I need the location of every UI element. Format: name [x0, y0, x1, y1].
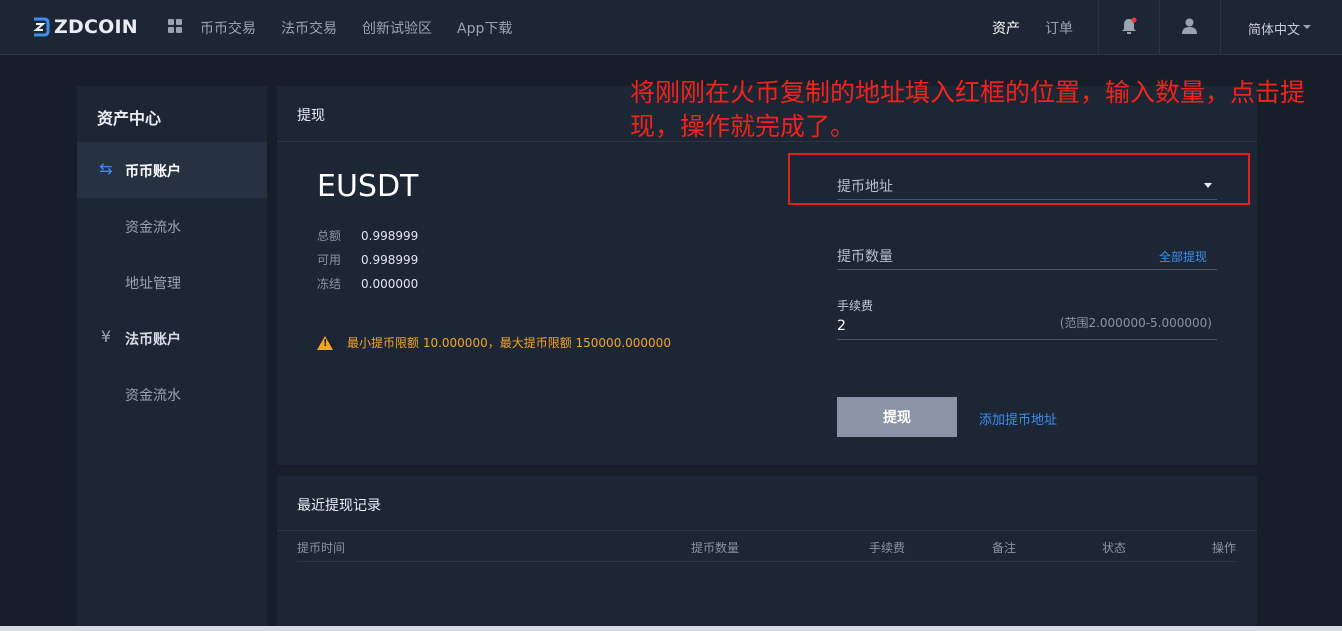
exchange-arrows-icon: ⇆ [99, 159, 113, 178]
column-header-status: 状态 [1102, 541, 1127, 555]
nav-app-download[interactable]: App下载 [457, 18, 512, 38]
warning-icon [317, 335, 333, 350]
sidebar-item-otc-account[interactable]: ¥ 法币账户 [77, 310, 267, 366]
logo-icon [33, 17, 50, 37]
sidebar-item-label: 资金流水 [125, 388, 181, 404]
highlight-box [788, 153, 1250, 205]
balance-value: 0.000000 [361, 277, 419, 291]
nav-assets[interactable]: 资产 [992, 18, 1020, 38]
sidebar-item-label: 币币账户 [125, 164, 181, 180]
top-nav: ZDCOIN 币币交易 法币交易 创新试验区 App下载 资产 订单 简体中文 [0, 0, 1342, 55]
brand-name: ZDCOIN [54, 16, 138, 38]
sidebar-item-label: 法币账户 [125, 332, 181, 348]
chevron-down-icon [1303, 25, 1311, 29]
balance-label: 可用 [317, 253, 342, 267]
sidebar-item-label: 地址管理 [125, 276, 181, 292]
yen-icon: ¥ [100, 327, 112, 346]
sidebar-item-otc-fund-flow[interactable]: 资金流水 [77, 366, 267, 422]
nav-divider [1098, 0, 1099, 55]
instruction-annotation: 将刚刚在火币复制的地址填入红框的位置，输入数量，点击提现，操作就完成了。 [630, 78, 1306, 141]
column-header-fee: 手续费 [869, 541, 906, 555]
sidebar-item-spot-fund-flow[interactable]: 资金流水 [77, 198, 267, 254]
column-header-amount: 提币数量 [691, 541, 740, 555]
user-icon[interactable] [1182, 18, 1197, 34]
column-header-remark: 备注 [992, 541, 1017, 555]
fee-range: (范围2.000000-5.000000) [1059, 316, 1212, 330]
apps-grid-icon[interactable] [168, 19, 182, 33]
brand-logo[interactable]: ZDCOIN [30, 14, 138, 40]
nav-divider [1159, 0, 1160, 55]
panel-title: 提现 [297, 108, 325, 124]
nav-spot-trading[interactable]: 币币交易 [200, 18, 256, 38]
asset-center-sidebar: 资产中心 ⇆ 币币账户 资金流水 地址管理 ¥ 法币账户 资金流水 [77, 86, 267, 631]
column-header-action: 操作 [1212, 541, 1237, 555]
balance-frozen: 冻结 0.000000 [317, 275, 418, 292]
nav-otc-trading[interactable]: 法币交易 [281, 18, 337, 38]
nav-orders[interactable]: 订单 [1045, 18, 1073, 38]
sidebar-item-spot-account[interactable]: ⇆ 币币账户 [77, 142, 267, 198]
balance-available: 可用 0.998999 [317, 251, 418, 268]
coin-name: EUSDT [317, 169, 419, 204]
balance-total: 总额 0.998999 [317, 227, 418, 244]
nav-divider [1220, 0, 1221, 55]
records-title: 最近提现记录 [297, 498, 381, 514]
nav-innovation-zone[interactable]: 创新试验区 [362, 18, 432, 38]
sidebar-item-label: 资金流水 [125, 220, 181, 236]
recent-withdrawals-panel: 最近提现记录 提币时间 提币数量 手续费 备注 状态 操作 [277, 476, 1257, 631]
balance-value: 0.998999 [361, 253, 419, 267]
divider [297, 561, 1237, 562]
amount-input[interactable]: 提币数量 全部提现 [837, 246, 1217, 270]
sidebar-title: 资产中心 [97, 109, 162, 128]
column-header-time: 提币时间 [297, 541, 346, 555]
withdraw-button[interactable]: 提现 [837, 397, 957, 437]
language-selector[interactable]: 简体中文 [1248, 19, 1300, 38]
add-address-link[interactable]: 添加提币地址 [979, 409, 1057, 428]
fee-field[interactable]: 手续费 2 (范围2.000000-5.000000) [837, 297, 1217, 340]
balance-label: 冻结 [317, 277, 342, 291]
balance-label: 总额 [317, 229, 342, 243]
withdraw-all-link[interactable]: 全部提现 [1159, 248, 1207, 265]
fee-label: 手续费 [837, 299, 874, 313]
limit-warning: 最小提币限额 10.000000，最大提币限额 150000.000000 [317, 334, 671, 351]
amount-placeholder: 提币数量 [837, 249, 893, 265]
bottom-strip [0, 626, 1342, 631]
divider [277, 530, 1257, 531]
bell-icon[interactable] [1121, 17, 1137, 35]
balance-value: 0.998999 [361, 229, 419, 243]
warning-text: 最小提币限额 10.000000，最大提币限额 150000.000000 [347, 336, 671, 350]
sidebar-item-address-management[interactable]: 地址管理 [77, 254, 267, 310]
